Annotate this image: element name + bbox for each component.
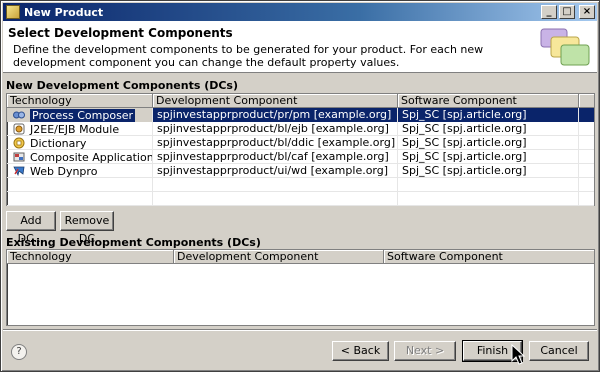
column-header-filler <box>579 94 594 108</box>
column-header-development-component[interactable]: Development Component <box>174 250 384 264</box>
technology-cell: Process Composer <box>30 108 136 122</box>
column-header-software-component[interactable]: Software Component <box>384 250 594 264</box>
page-title: Select Development Components <box>8 26 233 40</box>
process-composer-icon <box>13 111 25 119</box>
table-row[interactable]: J2EE/EJB Module spjinvestapprproduct/bl/… <box>7 122 594 136</box>
back-button[interactable]: < Back <box>332 341 389 361</box>
software-component-cell: Spj_SC [spj.article.org] <box>398 136 579 150</box>
add-dc-button[interactable]: Add DC... <box>6 211 56 245</box>
table-row[interactable]: Process Composer spjinvestapprproduct/pr… <box>7 108 594 122</box>
new-dcs-table[interactable]: Technology Development Component Softwar… <box>6 93 595 206</box>
column-header-technology[interactable]: Technology <box>7 250 174 264</box>
window-icon <box>6 5 20 19</box>
ejb-module-icon <box>13 123 25 135</box>
title-bar[interactable]: New Product _ □ × <box>3 3 597 21</box>
next-button[interactable]: Next > <box>394 341 456 361</box>
remove-dc-button[interactable]: Remove DC <box>60 211 114 245</box>
minimize-button[interactable]: _ <box>541 5 557 19</box>
composite-application-icon <box>13 152 25 162</box>
table-row[interactable]: Composite Application spjinvestapprprodu… <box>7 150 594 164</box>
development-component-cell: spjinvestapprproduct/ui/wd [example.org] <box>153 164 398 178</box>
software-component-cell: Spj_SC [spj.article.org] <box>398 122 579 136</box>
technology-cell: Web Dynpro <box>30 164 98 178</box>
web-dynpro-icon <box>13 166 25 177</box>
existing-dcs-label: Existing Development Components (DCs) <box>6 236 261 249</box>
new-dcs-label: New Development Components (DCs) <box>6 79 239 92</box>
development-component-cell: spjinvestapprproduct/bl/ejb [example.org… <box>153 122 398 136</box>
wizard-header: Select Development Components Define the… <box>3 21 597 73</box>
empty-row <box>7 178 594 192</box>
components-banner-icon <box>540 28 590 66</box>
column-header-technology[interactable]: Technology <box>7 94 153 108</box>
mouse-pointer-icon <box>511 344 526 365</box>
column-header-software-component[interactable]: Software Component <box>398 94 579 108</box>
development-component-cell: spjinvestapprproduct/bl/ddic [example.or… <box>153 136 398 150</box>
footer-separator <box>3 329 597 331</box>
technology-cell: Dictionary <box>30 136 87 150</box>
software-component-cell: Spj_SC [spj.article.org] <box>398 108 579 122</box>
table-row[interactable]: Dictionary spjinvestapprproduct/bl/ddic … <box>7 136 594 150</box>
close-button[interactable]: × <box>579 5 595 19</box>
development-component-cell: spjinvestapprproduct/bl/caf [example.org… <box>153 150 398 164</box>
column-header-development-component[interactable]: Development Component <box>153 94 398 108</box>
dictionary-icon <box>13 137 25 149</box>
maximize-button[interactable]: □ <box>559 5 575 19</box>
technology-cell: J2EE/EJB Module <box>30 122 120 136</box>
help-icon[interactable]: ? <box>11 344 27 360</box>
window-title: New Product <box>24 5 104 19</box>
existing-dcs-table[interactable]: Technology Development Component Softwar… <box>6 249 595 326</box>
cancel-button[interactable]: Cancel <box>529 341 589 361</box>
new-product-dialog: New Product _ □ × Select Development Com… <box>0 0 600 372</box>
empty-row <box>7 192 594 206</box>
table-row[interactable]: Web Dynpro spjinvestapprproduct/ui/wd [e… <box>7 164 594 178</box>
development-component-cell: spjinvestapprproduct/pr/pm [example.org] <box>153 108 398 122</box>
page-description: Define the development components to be … <box>13 43 484 69</box>
technology-cell: Composite Application <box>30 150 153 164</box>
software-component-cell: Spj_SC [spj.article.org] <box>398 150 579 164</box>
software-component-cell: Spj_SC [spj.article.org] <box>398 164 579 178</box>
